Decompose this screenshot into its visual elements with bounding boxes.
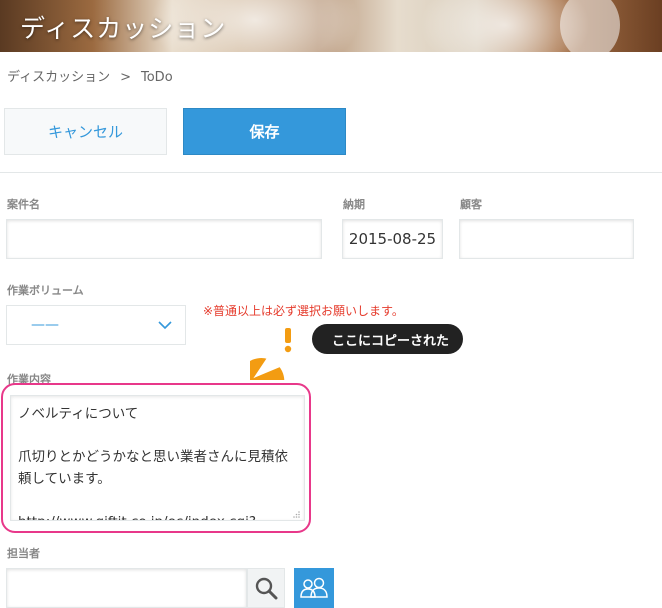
highlight-frame: ノベルティについて 爪切りとかどうかなと思い業者さんに見積依頼しています。 ht… <box>1 383 311 533</box>
customer-label: 顧客 <box>460 198 482 211</box>
work-volume-label: 作業ボリューム <box>7 284 84 297</box>
cancel-button[interactable]: キャンセル <box>4 108 167 155</box>
exclamation-icon <box>250 323 305 380</box>
due-date-label: 納期 <box>343 198 365 211</box>
breadcrumb-separator: > <box>120 70 131 85</box>
work-volume-select[interactable]: —— <box>6 305 186 345</box>
work-content-textarea[interactable]: ノベルティについて 爪切りとかどうかなと思い業者さんに見積依頼しています。 ht… <box>10 395 305 521</box>
save-button[interactable]: 保存 <box>183 108 346 155</box>
search-button[interactable] <box>247 568 285 608</box>
select-users-button[interactable] <box>294 568 334 608</box>
assignee-label: 担当者 <box>7 547 40 560</box>
work-volume-selected-value: —— <box>31 317 59 333</box>
users-icon <box>300 577 328 598</box>
project-name-input[interactable] <box>6 219 322 259</box>
assignee-search-input[interactable] <box>6 568 247 608</box>
chevron-down-icon <box>158 321 172 330</box>
header-banner: ディスカッション <box>0 0 662 52</box>
cup-decoration <box>560 0 620 52</box>
breadcrumb-item-discussion[interactable]: ディスカッション <box>7 66 110 85</box>
customer-input[interactable] <box>459 219 634 259</box>
annotation-callout: ここにコピーされた <box>312 324 464 354</box>
divider <box>0 172 662 173</box>
breadcrumb: ディスカッション > ToDo <box>7 66 173 85</box>
search-icon <box>255 577 278 600</box>
project-name-label: 案件名 <box>7 198 40 211</box>
page-title: ディスカッション <box>20 14 227 43</box>
breadcrumb-item-todo: ToDo <box>141 70 173 85</box>
resize-handle-icon[interactable] <box>292 510 301 519</box>
due-date-input[interactable]: 2015-08-25 <box>342 219 443 259</box>
